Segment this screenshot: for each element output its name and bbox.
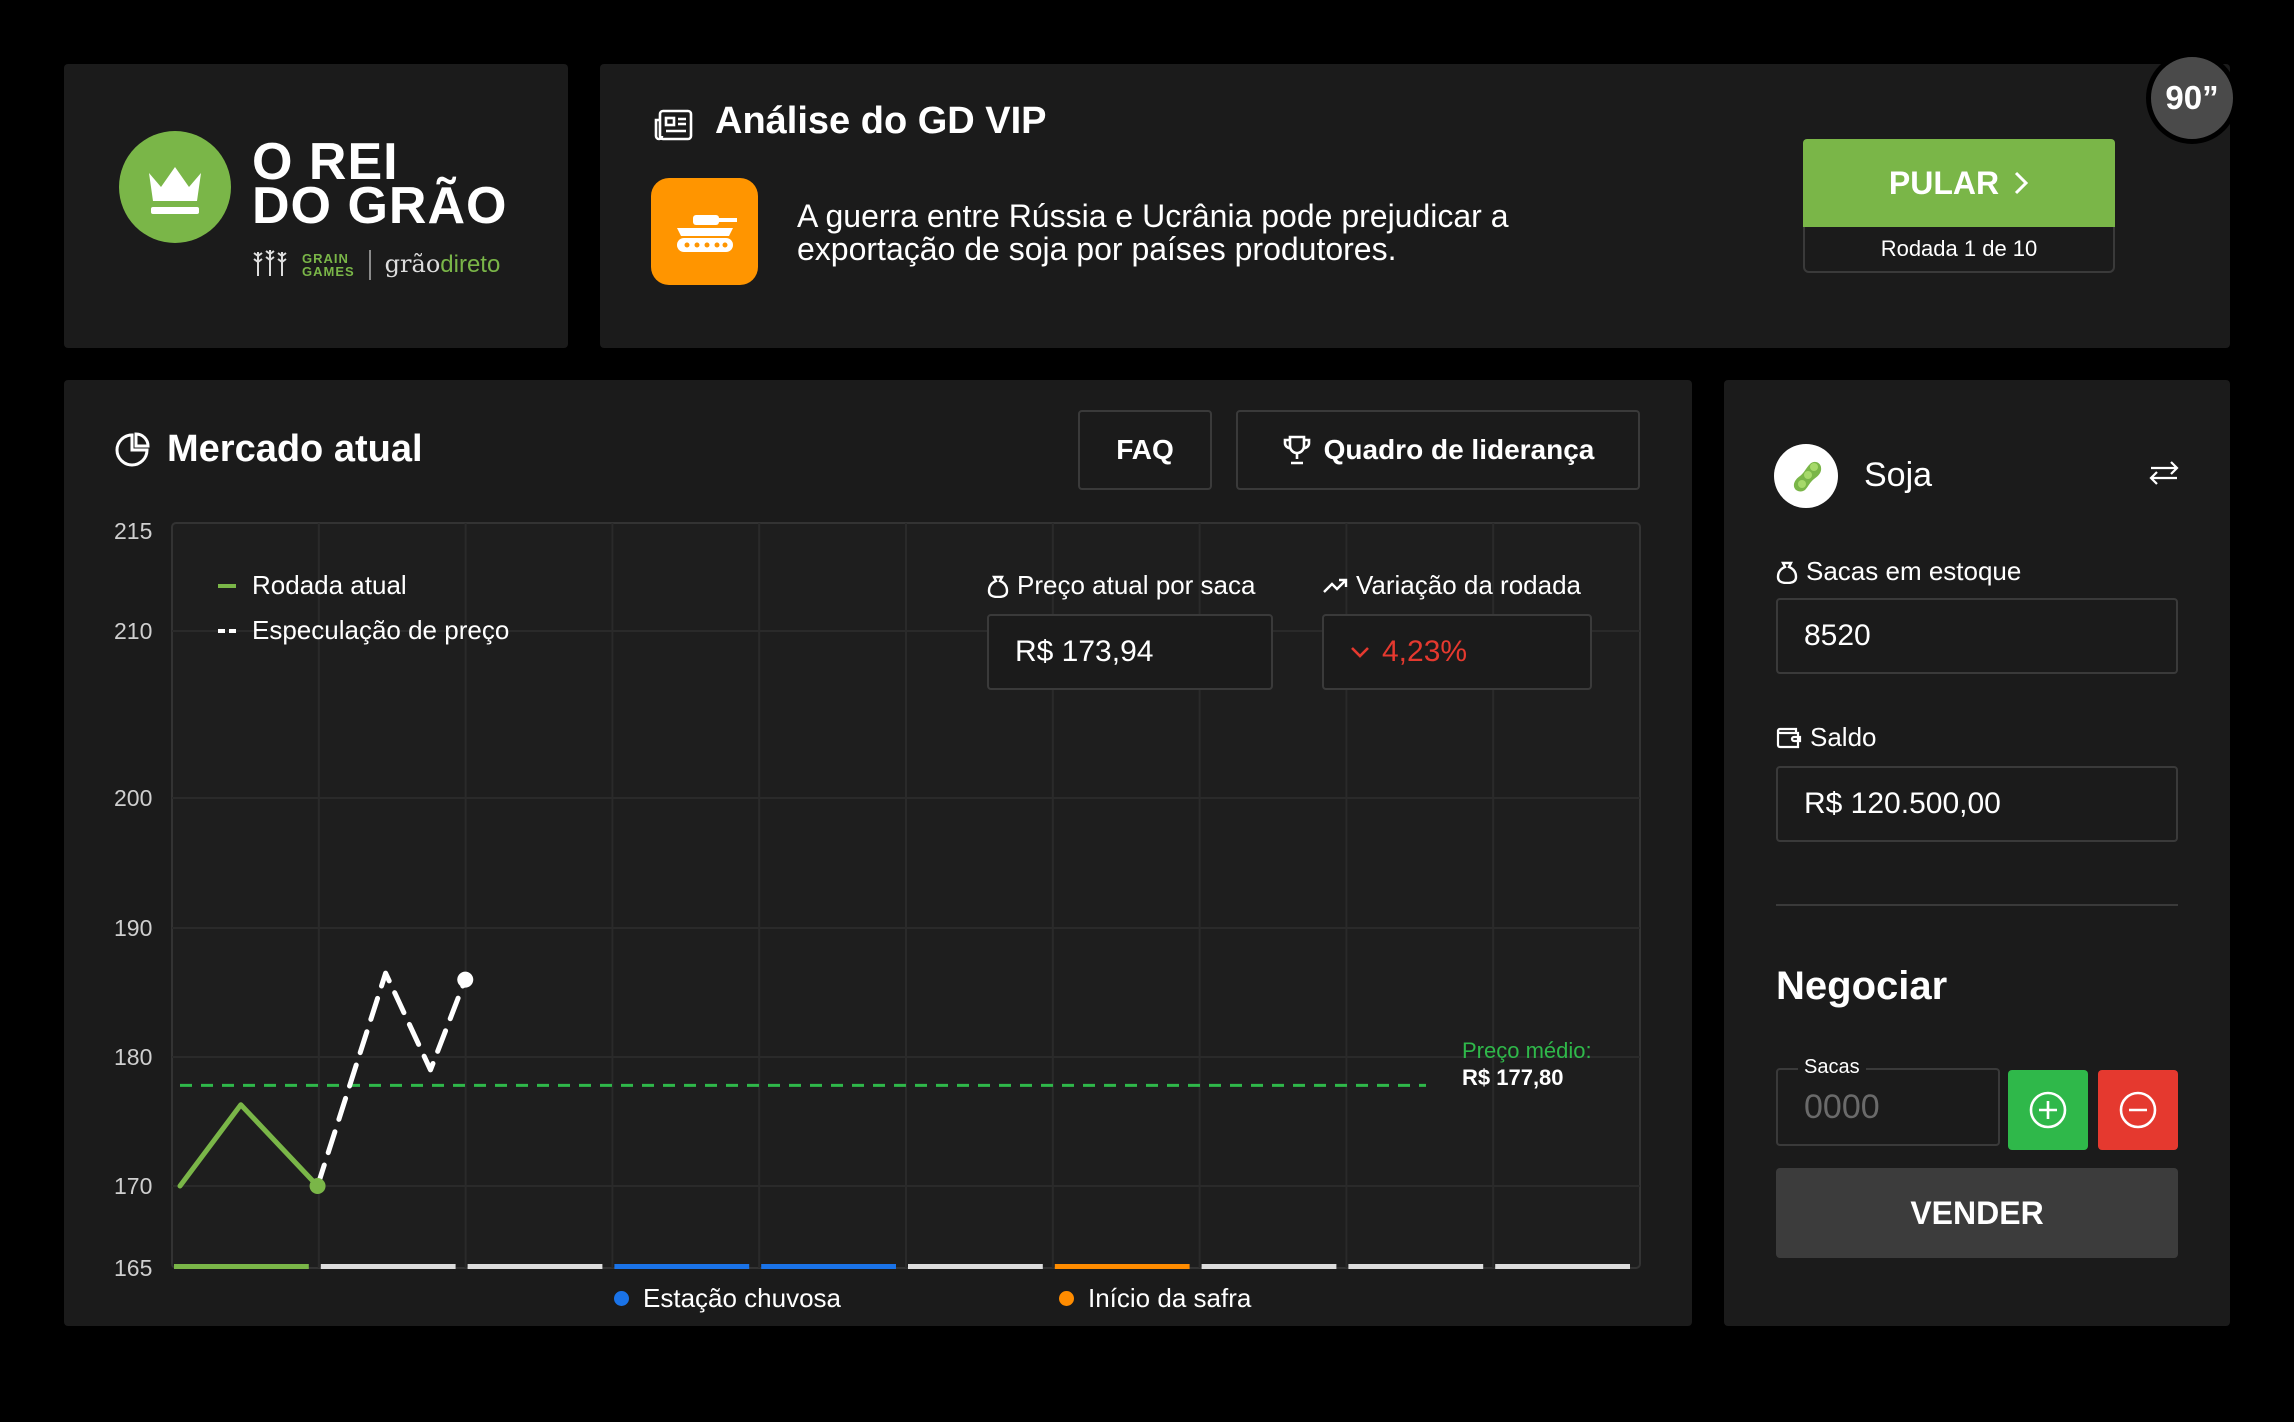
balance-value: R$ 120.500,00 (1776, 766, 2178, 842)
round-variation-label: Variação da rodada (1322, 570, 1581, 601)
y-tick-label: 215 (114, 518, 152, 544)
newspaper-icon (652, 108, 694, 147)
average-price-value: R$ 177,80 (1462, 1065, 1564, 1090)
divider (1776, 904, 2178, 906)
tank-icon (651, 178, 758, 285)
y-tick-label: 190 (114, 915, 152, 941)
y-tick-label: 180 (114, 1044, 152, 1070)
round-segment (320, 1264, 456, 1269)
round-segment (908, 1264, 1043, 1269)
rain-dot (614, 1291, 629, 1306)
news-text: A guerra entre Rússia e Ucrânia pode pre… (797, 198, 1509, 267)
round-segment (1201, 1264, 1337, 1269)
average-price-label: Preço médio: (1462, 1038, 1592, 1063)
legend-spec-label: Especulação de preço (252, 615, 510, 645)
trade-title: Negociar (1776, 964, 1948, 1008)
y-tick-label: 210 (114, 618, 152, 644)
graodireto-logo: grãodireto (385, 250, 501, 279)
leaderboard-label: Quadro de liderança (1323, 434, 1595, 465)
game-logo-title: O REI DO GRÃO (252, 136, 508, 235)
round-segment (1348, 1264, 1484, 1269)
round-variation-label-text: Variação da rodada (1356, 570, 1582, 600)
stock-label: Sacas em estoque (1776, 556, 2021, 587)
trend-up-icon (1323, 578, 1348, 593)
wheat-icon (252, 246, 288, 283)
round-variation-value: 4,23% (1322, 614, 1592, 690)
round-segment (761, 1264, 896, 1269)
minus-circle-icon (2119, 1091, 2157, 1129)
balance-label: Saldo (1776, 722, 1877, 753)
trade-panel: Soja Sacas em estoque 8520 Saldo R$ 120.… (1724, 380, 2230, 1326)
stock-value: 8520 (1776, 598, 2178, 674)
sack-icon (987, 575, 1009, 598)
faq-label: FAQ (1116, 434, 1174, 465)
logo-divider (368, 249, 371, 280)
leaderboard-button[interactable]: Quadro de liderança (1236, 410, 1640, 490)
event-harvest-label: Início da safra (1088, 1283, 1252, 1313)
current-price-point (309, 1178, 326, 1194)
legend-current-label: Rodada atual (252, 570, 407, 600)
grain-games-line-1: GRAIN (302, 250, 349, 266)
countdown-timer: 90” (2146, 52, 2238, 144)
partner-logos: GRAIN GAMES grãodireto (252, 246, 500, 283)
event-harvest-start: Início da safra (1059, 1283, 1251, 1314)
pie-chart-icon (114, 432, 150, 473)
variation-text: 4,23% (1382, 635, 1468, 668)
legend-speculation: Especulação de preço (218, 615, 509, 646)
quantity-label: Sacas (1798, 1056, 1866, 1079)
balance-label-text: Saldo (1810, 722, 1877, 752)
crown-icon (119, 131, 231, 243)
swap-icon[interactable] (2148, 460, 2180, 491)
round-segment (1495, 1264, 1630, 1269)
y-tick-label: 170 (114, 1173, 152, 1199)
round-segment (467, 1264, 603, 1269)
graodireto-part-1: grão (384, 250, 441, 278)
average-price-annotation: Preço médio: R$ 177,80 (1462, 1037, 1592, 1091)
y-tick-label: 165 (114, 1255, 152, 1281)
current-price-label: Preço atual por saca (987, 570, 1255, 601)
quantity-input[interactable] (1778, 1070, 1998, 1144)
sack-icon (1776, 561, 1798, 584)
logo-panel: O REI DO GRÃO GRAIN GAMES grãodireto (64, 64, 568, 348)
chevron-right-icon (2015, 171, 2029, 195)
faq-button[interactable]: FAQ (1078, 410, 1212, 490)
quantity-field: Sacas (1776, 1056, 2000, 1146)
y-tick-label: 200 (114, 785, 152, 811)
sell-button[interactable]: VENDER (1776, 1168, 2178, 1258)
round-segment (614, 1264, 750, 1269)
skip-button[interactable]: PULAR (1803, 139, 2115, 227)
stock-label-text: Sacas em estoque (1806, 556, 2022, 586)
grain-games-line-2: GAMES (302, 263, 355, 279)
market-panel: 165 170 180 190 200 210 215 Mercado atual FAQ … (64, 380, 1692, 1326)
round-counter: Rodada 1 de 10 (1803, 227, 2115, 273)
price-chart: 165 170 180 190 200 210 215 (114, 518, 1641, 1281)
round-segment (1054, 1264, 1190, 1269)
chevron-down-icon (1351, 647, 1369, 658)
skip-button-label: PULAR (1888, 164, 2000, 201)
harvest-dot (1059, 1291, 1074, 1306)
soybean-icon (1774, 444, 1838, 508)
market-title: Mercado atual (167, 428, 423, 470)
news-panel: Análise do GD VIP A guerra entre Rússia … (600, 64, 2230, 348)
trophy-icon (1283, 435, 1310, 465)
speculation-end-point (457, 971, 474, 988)
plus-circle-icon (2029, 1091, 2067, 1129)
round-segment (174, 1264, 309, 1269)
legend-current-round: Rodada atual (218, 570, 407, 601)
legend-solid-marker (218, 583, 236, 588)
commodity-name: Soja (1864, 456, 1933, 494)
current-price-value: R$ 173,94 (987, 614, 1273, 690)
increase-button[interactable] (2008, 1070, 2088, 1150)
event-rain-label: Estação chuvosa (643, 1283, 842, 1313)
legend-dashed-marker (218, 628, 236, 633)
grain-games-logo: GRAIN GAMES (302, 252, 355, 278)
news-title: Análise do GD VIP (715, 100, 1047, 142)
graodireto-part-2: direto (440, 251, 501, 278)
decrease-button[interactable] (2098, 1070, 2178, 1150)
logo-line-2: DO GRÃO (252, 177, 508, 235)
current-price-label-text: Preço atual por saca (1017, 570, 1256, 600)
wallet-icon (1776, 727, 1802, 748)
event-rainy-season: Estação chuvosa (614, 1283, 841, 1314)
